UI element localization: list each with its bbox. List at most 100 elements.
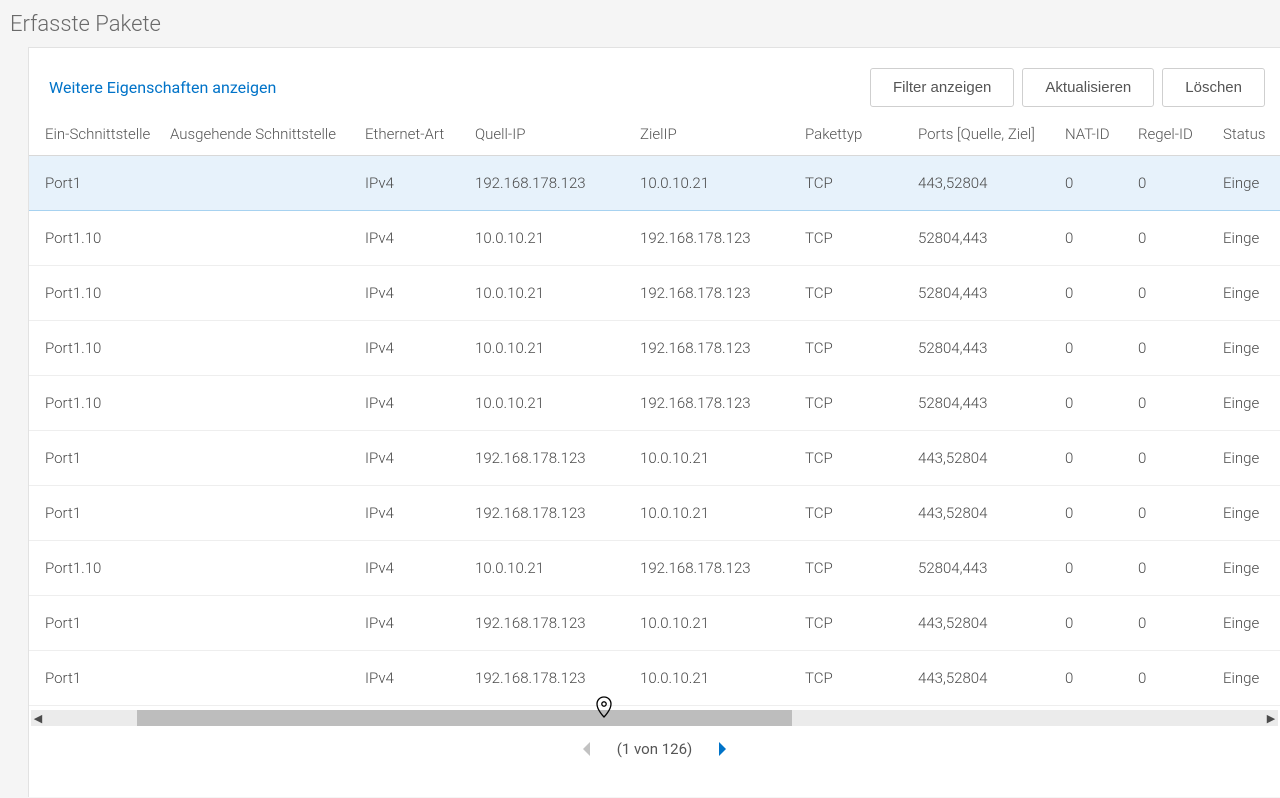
card: Weitere Eigenschaften anzeigen Filter an…	[28, 47, 1280, 797]
cell-ptype: TCP	[799, 596, 912, 651]
table-row[interactable]: Port1.10IPv410.0.10.21192.168.178.123TCP…	[29, 211, 1280, 266]
cell-ptype: TCP	[799, 541, 912, 596]
cell-rule: 0	[1132, 376, 1217, 431]
cell-rule: 0	[1132, 596, 1217, 651]
cell-dst: 10.0.10.21	[634, 431, 799, 486]
cell-rule: 0	[1132, 266, 1217, 321]
cell-out	[164, 486, 359, 541]
prev-page-button[interactable]	[579, 740, 595, 758]
cell-ptype: TCP	[799, 486, 912, 541]
cell-eth: IPv4	[359, 541, 469, 596]
refresh-button[interactable]: Aktualisieren	[1022, 68, 1154, 107]
cell-out	[164, 156, 359, 211]
table-row[interactable]: Port1 IPv4192.168.178.12310.0.10.21TCP443…	[29, 651, 1280, 706]
col-dest-ip[interactable]: ZielIP	[634, 117, 799, 156]
page-title: Erfasste Pakete	[0, 0, 1280, 47]
cell-ptype: TCP	[799, 651, 912, 706]
cell-ports: 443,52804	[912, 651, 1059, 706]
table-row[interactable]: Port1.10IPv410.0.10.21192.168.178.123TCP…	[29, 266, 1280, 321]
cell-in: Port1	[29, 596, 164, 651]
cell-nat: 0	[1059, 376, 1132, 431]
cell-ports: 52804,443	[912, 211, 1059, 266]
cell-in: Port1	[29, 651, 164, 706]
cell-nat: 0	[1059, 541, 1132, 596]
cell-out	[164, 266, 359, 321]
cell-ptype: TCP	[799, 376, 912, 431]
more-properties-link[interactable]: Weitere Eigenschaften anzeigen	[49, 78, 276, 97]
table-row[interactable]: Port1.10IPv410.0.10.21192.168.178.123TCP…	[29, 376, 1280, 431]
cell-eth: IPv4	[359, 651, 469, 706]
scroll-thumb[interactable]	[137, 710, 792, 726]
cell-in: Port1	[29, 156, 164, 211]
cell-in: Port1	[29, 431, 164, 486]
cell-dst: 192.168.178.123	[634, 541, 799, 596]
cell-in: Port1.10	[29, 321, 164, 376]
cell-status: Einge	[1217, 376, 1280, 431]
cell-status: Einge	[1217, 156, 1280, 211]
cell-rule: 0	[1132, 431, 1217, 486]
table-row[interactable]: Port1.10IPv410.0.10.21192.168.178.123TCP…	[29, 541, 1280, 596]
cell-rule: 0	[1132, 486, 1217, 541]
cell-src: 10.0.10.21	[469, 541, 634, 596]
cell-eth: IPv4	[359, 211, 469, 266]
horizontal-scrollbar[interactable]: ◀ ▶	[31, 710, 1278, 726]
col-source-ip[interactable]: Quell-IP	[469, 117, 634, 156]
cell-in: Port1.10	[29, 266, 164, 321]
col-out-interface[interactable]: Ausgehende Schnittstelle	[164, 117, 359, 156]
header-row: Ein-Schnittstelle Ausgehende Schnittstel…	[29, 117, 1280, 156]
cell-out	[164, 541, 359, 596]
cell-ptype: TCP	[799, 321, 912, 376]
cell-out	[164, 431, 359, 486]
table-row[interactable]: Port1IPv4192.168.178.12310.0.10.21TCP443…	[29, 156, 1280, 211]
cell-ports: 443,52804	[912, 431, 1059, 486]
cell-eth: IPv4	[359, 156, 469, 211]
cell-dst: 192.168.178.123	[634, 211, 799, 266]
packets-table: Ein-Schnittstelle Ausgehende Schnittstel…	[29, 117, 1280, 706]
cell-eth: IPv4	[359, 596, 469, 651]
scroll-track[interactable]	[45, 710, 1264, 726]
cell-ptype: TCP	[799, 266, 912, 321]
cell-ports: 52804,443	[912, 321, 1059, 376]
cell-ports: 443,52804	[912, 596, 1059, 651]
col-packet-type[interactable]: Pakettyp	[799, 117, 912, 156]
table-row[interactable]: Port1IPv4192.168.178.12310.0.10.21TCP443…	[29, 486, 1280, 541]
cell-rule: 0	[1132, 211, 1217, 266]
table-wrap: Ein-Schnittstelle Ausgehende Schnittstel…	[29, 117, 1280, 772]
next-page-button[interactable]	[714, 740, 730, 758]
cell-eth: IPv4	[359, 266, 469, 321]
cell-ptype: TCP	[799, 211, 912, 266]
cell-dst: 10.0.10.21	[634, 156, 799, 211]
cell-src: 192.168.178.123	[469, 486, 634, 541]
show-filter-button[interactable]: Filter anzeigen	[870, 68, 1014, 107]
delete-button[interactable]: Löschen	[1162, 68, 1265, 107]
cell-status: Einge	[1217, 211, 1280, 266]
chevron-left-icon	[579, 740, 595, 758]
cell-rule: 0	[1132, 156, 1217, 211]
cell-status: Einge	[1217, 431, 1280, 486]
table-row[interactable]: Port1IPv4192.168.178.12310.0.10.21TCP443…	[29, 431, 1280, 486]
col-ethernet-type[interactable]: Ethernet-Art	[359, 117, 469, 156]
cell-src: 192.168.178.123	[469, 651, 634, 706]
cell-src: 10.0.10.21	[469, 376, 634, 431]
cell-rule: 0	[1132, 541, 1217, 596]
col-rule-id[interactable]: Regel-ID	[1132, 117, 1217, 156]
cell-ptype: TCP	[799, 431, 912, 486]
page-indicator: (1 von 126)	[617, 740, 693, 758]
scroll-right-icon[interactable]: ▶	[1264, 712, 1278, 725]
col-status[interactable]: Status	[1217, 117, 1280, 156]
cell-src: 192.168.178.123	[469, 596, 634, 651]
cell-rule: 0	[1132, 651, 1217, 706]
table-row[interactable]: Port1 IPv4192.168.178.12310.0.10.21TCP443…	[29, 596, 1280, 651]
cell-nat: 0	[1059, 211, 1132, 266]
cell-dst: 10.0.10.21	[634, 651, 799, 706]
cell-dst: 10.0.10.21	[634, 596, 799, 651]
cell-src: 192.168.178.123	[469, 156, 634, 211]
col-in-interface[interactable]: Ein-Schnittstelle	[29, 117, 164, 156]
cell-out	[164, 211, 359, 266]
cell-status: Einge	[1217, 596, 1280, 651]
col-ports[interactable]: Ports [Quelle, Ziel]	[912, 117, 1059, 156]
table-row[interactable]: Port1.10IPv410.0.10.21192.168.178.123TCP…	[29, 321, 1280, 376]
col-nat-id[interactable]: NAT-ID	[1059, 117, 1132, 156]
scroll-left-icon[interactable]: ◀	[31, 712, 45, 725]
cell-status: Einge	[1217, 651, 1280, 706]
